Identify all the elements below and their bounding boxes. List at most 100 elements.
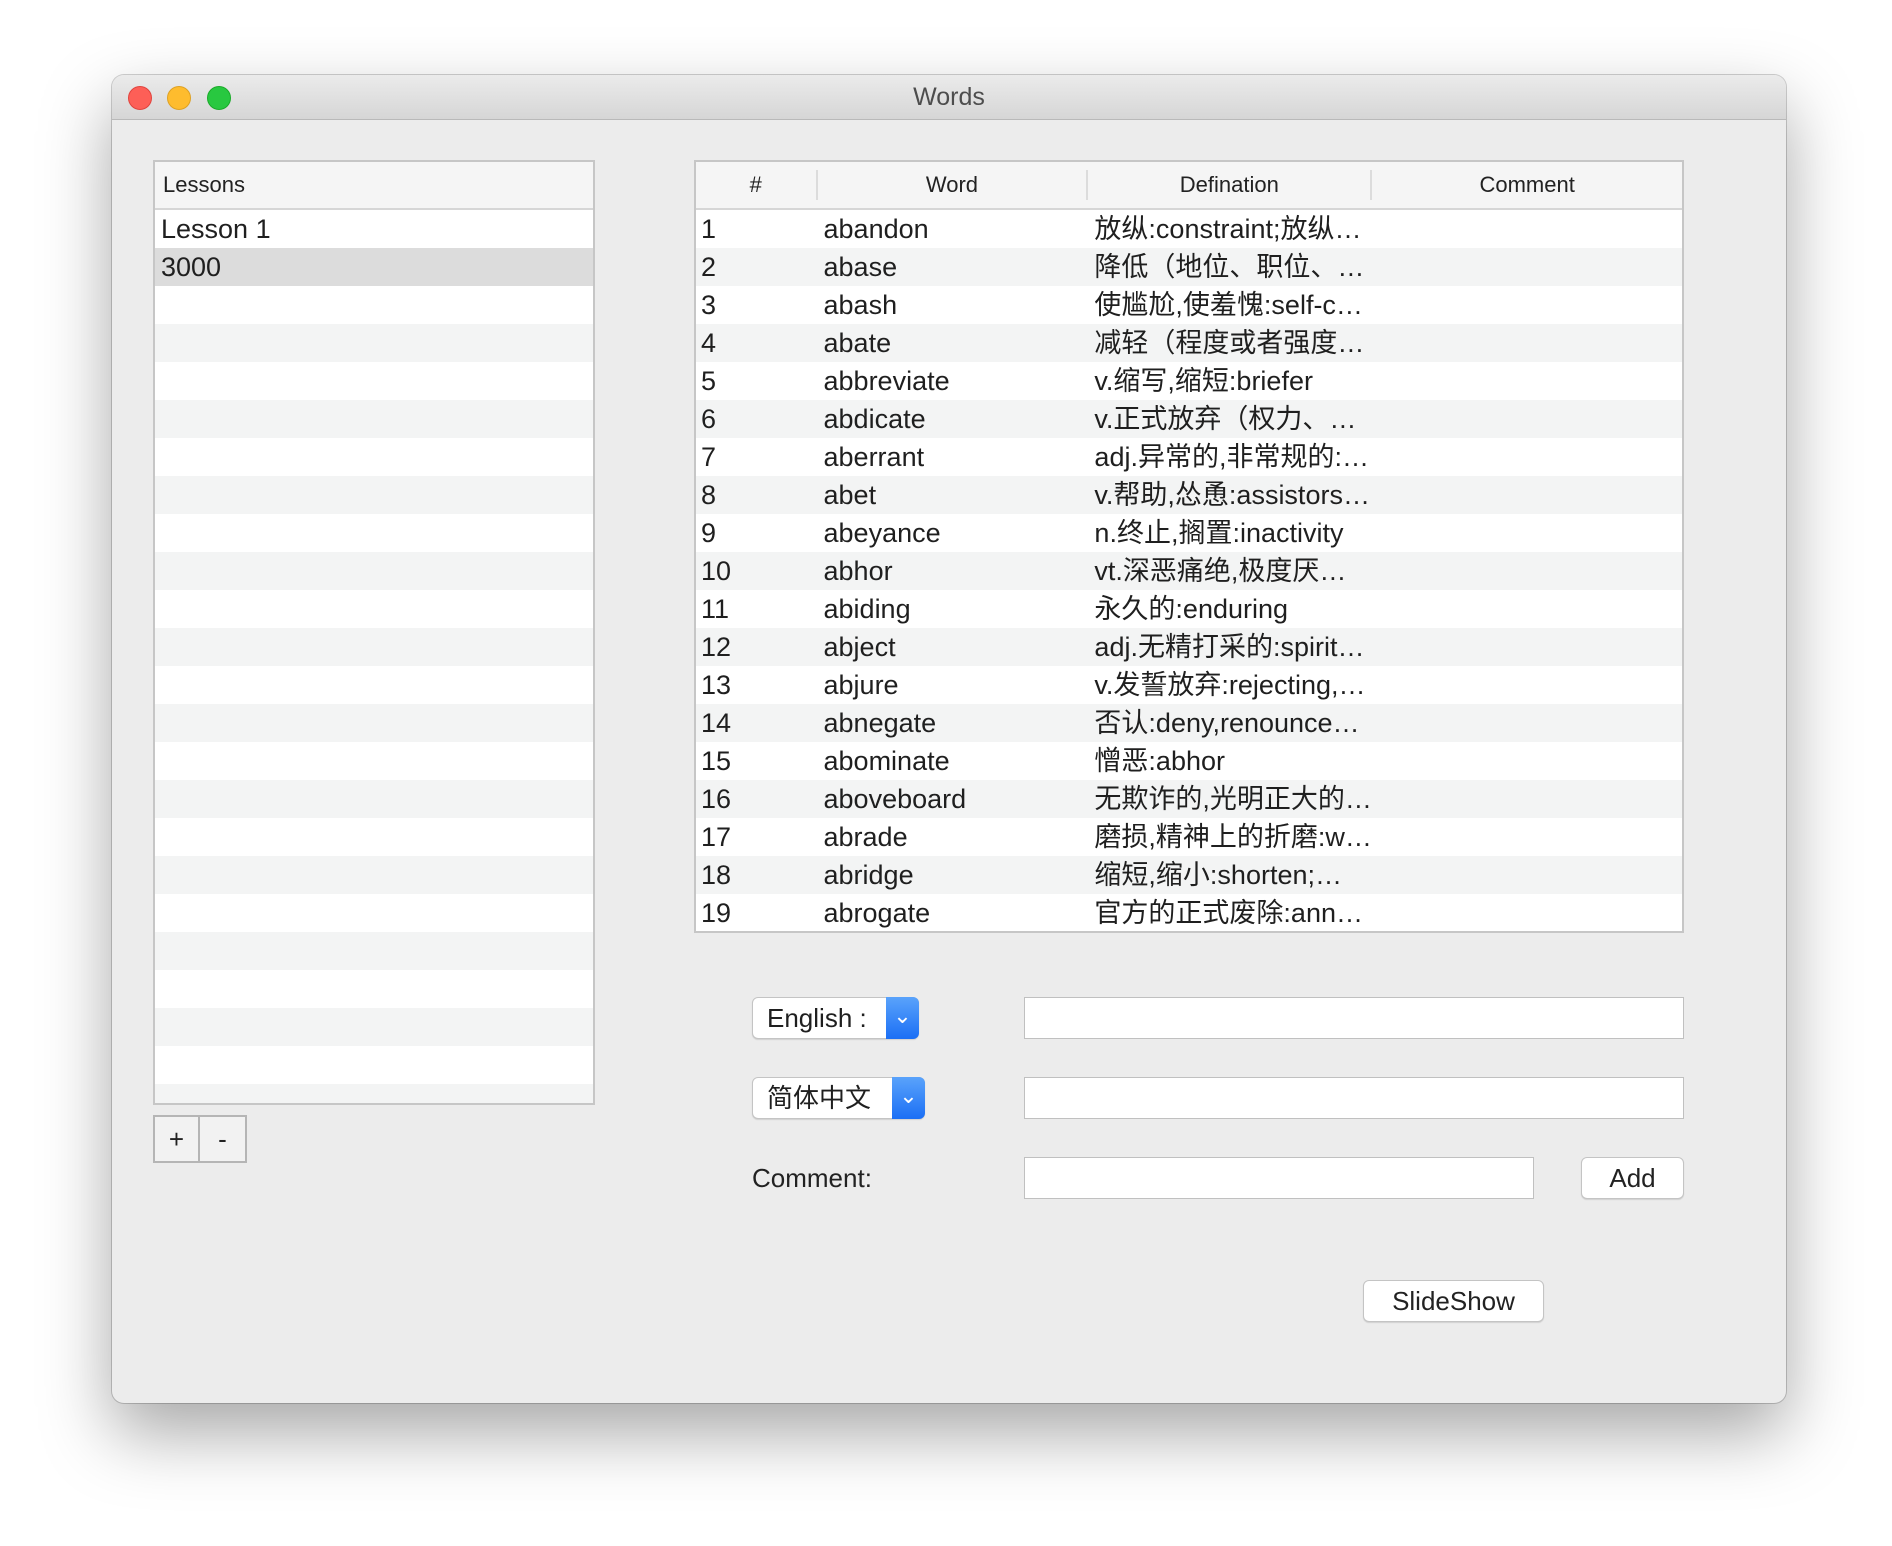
word-cell: aboveboard bbox=[823, 784, 967, 814]
table-row[interactable]: 10 abhor vt.深恶痛绝,极度厌… bbox=[696, 552, 1682, 590]
comment-cell bbox=[1372, 400, 1682, 438]
definition-cell: vt.深恶痛绝,极度厌… bbox=[1094, 556, 1347, 586]
definition-cell: adj.无精打采的:spirit… bbox=[1094, 632, 1365, 662]
comment-cell bbox=[1372, 818, 1682, 856]
word-cell: abridge bbox=[823, 860, 914, 890]
comment-cell bbox=[1372, 438, 1682, 476]
row-number-cell: 18 bbox=[701, 860, 732, 890]
lesson-add-remove-control: + - bbox=[153, 1115, 247, 1163]
remove-lesson-button[interactable]: - bbox=[200, 1117, 245, 1161]
definition-cell: 缩短,缩小:shorten;… bbox=[1094, 860, 1342, 890]
lessons-header: Lessons bbox=[155, 162, 593, 210]
table-row[interactable]: 11 abiding 永久的:enduring bbox=[696, 590, 1682, 628]
table-row[interactable]: 8 abet v.帮助,怂恿:assistors… bbox=[696, 476, 1682, 514]
row-number-cell: 2 bbox=[701, 252, 717, 282]
word-cell: abjure bbox=[823, 670, 899, 700]
table-row[interactable]: 18 abridge 缩短,缩小:shorten;… bbox=[696, 856, 1682, 894]
definition-cell: 官方的正式废除:ann… bbox=[1094, 898, 1363, 928]
table-row[interactable]: 17 abrade 磨损,精神上的折磨:w… bbox=[696, 818, 1682, 856]
row-number-cell: 7 bbox=[701, 442, 717, 472]
definition-cell: 使尴尬,使羞愧:self-c… bbox=[1094, 290, 1363, 320]
word-cell: abdicate bbox=[823, 404, 926, 434]
table-row[interactable]: 14 abnegate 否认:deny,renounce… bbox=[696, 704, 1682, 742]
title-bar: Words bbox=[112, 75, 1786, 120]
lessons-list-body: Lesson 1 3000 bbox=[155, 210, 593, 1103]
word-cell: abrogate bbox=[823, 898, 931, 928]
table-row[interactable]: 5 abbreviate v.缩写,缩短:briefer bbox=[696, 362, 1682, 400]
table-row[interactable]: 4 abate 减轻（程度或者强度… bbox=[696, 324, 1682, 362]
table-row[interactable]: 12 abject adj.无精打采的:spirit… bbox=[696, 628, 1682, 666]
column-header-comment[interactable]: Comment bbox=[1372, 170, 1682, 200]
comment-cell bbox=[1372, 362, 1682, 400]
table-row[interactable]: 2 abase 降低（地位、职位、… bbox=[696, 248, 1682, 286]
definition-cell: v.缩写,缩短:briefer bbox=[1094, 366, 1313, 396]
row-number-cell: 5 bbox=[701, 366, 717, 396]
table-row[interactable]: 7 aberrant adj.异常的,非常规的:… bbox=[696, 438, 1682, 476]
chevron-down-icon: ⌄ bbox=[886, 997, 919, 1039]
comment-cell bbox=[1372, 704, 1682, 742]
row-number-cell: 12 bbox=[701, 632, 732, 662]
source-language-value: English : bbox=[767, 1003, 867, 1033]
source-language-select[interactable]: English : ⌄ bbox=[752, 997, 919, 1039]
words-table[interactable]: # Word Defination Comment 1 abandon 放纵:con… bbox=[694, 160, 1684, 933]
word-cell: abash bbox=[823, 290, 898, 320]
word-cell: abominate bbox=[823, 746, 950, 776]
word-cell: abiding bbox=[823, 594, 911, 624]
definition-input[interactable] bbox=[1024, 1077, 1684, 1119]
table-row[interactable]: 13 abjure v.发誓放弃:rejecting,… bbox=[696, 666, 1682, 704]
target-language-select[interactable]: 简体中文 ⌄ bbox=[752, 1077, 925, 1119]
table-row[interactable]: 6 abdicate v.正式放弃（权力、… bbox=[696, 400, 1682, 438]
word-cell: abhor bbox=[823, 556, 893, 586]
english-word-input[interactable] bbox=[1024, 997, 1684, 1039]
comment-cell bbox=[1372, 742, 1682, 780]
definition-cell: v.发誓放弃:rejecting,… bbox=[1094, 670, 1366, 700]
row-number-cell: 11 bbox=[701, 594, 730, 624]
comment-cell bbox=[1372, 856, 1682, 894]
definition-cell: n.终止,搁置:inactivity bbox=[1094, 518, 1344, 548]
word-cell: abandon bbox=[823, 214, 929, 244]
word-cell: aberrant bbox=[823, 442, 925, 472]
word-cell: abject bbox=[823, 632, 896, 662]
row-number-cell: 15 bbox=[701, 746, 732, 776]
table-row[interactable]: 9 abeyance n.终止,搁置:inactivity bbox=[696, 514, 1682, 552]
row-number-cell: 6 bbox=[701, 404, 717, 434]
lesson-item-selected[interactable]: 3000 bbox=[155, 248, 593, 286]
row-number-cell: 9 bbox=[701, 518, 717, 548]
lesson-item[interactable]: Lesson 1 bbox=[155, 210, 593, 248]
row-number-cell: 4 bbox=[701, 328, 717, 358]
word-cell: abeyance bbox=[823, 518, 941, 548]
row-number-cell: 17 bbox=[701, 822, 732, 852]
table-row[interactable]: 1 abandon 放纵:constraint;放纵… bbox=[696, 210, 1682, 248]
table-row[interactable]: 19 abrogate 官方的正式废除:ann… bbox=[696, 894, 1682, 931]
comment-cell bbox=[1372, 666, 1682, 704]
add-lesson-button[interactable]: + bbox=[155, 1117, 200, 1161]
lessons-list[interactable]: Lessons Lesson 1 3000 bbox=[153, 160, 595, 1105]
table-row[interactable]: 15 abominate 憎恶:abhor bbox=[696, 742, 1682, 780]
comment-cell bbox=[1372, 590, 1682, 628]
definition-cell: 放纵:constraint;放纵… bbox=[1094, 214, 1362, 244]
row-number-cell: 16 bbox=[701, 784, 732, 814]
comment-input[interactable] bbox=[1024, 1157, 1534, 1199]
word-cell: abet bbox=[823, 480, 877, 510]
table-body: 1 abandon 放纵:constraint;放纵… 2 abase 降低（地位、职位、… bbox=[696, 210, 1682, 931]
definition-cell: adj.异常的,非常规的:… bbox=[1094, 442, 1369, 472]
row-number-cell: 1 bbox=[701, 214, 717, 244]
column-header-number[interactable]: # bbox=[696, 170, 818, 200]
row-number-cell: 13 bbox=[701, 670, 732, 700]
column-header-definition[interactable]: Defination bbox=[1088, 170, 1373, 200]
comment-cell bbox=[1372, 324, 1682, 362]
row-number-cell: 14 bbox=[701, 708, 732, 738]
window-title: Words bbox=[913, 83, 985, 111]
word-cell: abnegate bbox=[823, 708, 937, 738]
comment-cell bbox=[1372, 514, 1682, 552]
comment-cell bbox=[1372, 248, 1682, 286]
definition-cell: 永久的:enduring bbox=[1094, 594, 1289, 624]
comment-cell bbox=[1372, 628, 1682, 666]
definition-cell: v.正式放弃（权力、… bbox=[1094, 404, 1357, 434]
comment-cell bbox=[1372, 894, 1682, 931]
column-header-word[interactable]: Word bbox=[818, 170, 1089, 200]
table-row[interactable]: 16 aboveboard 无欺诈的,光明正大的… bbox=[696, 780, 1682, 818]
add-word-button[interactable]: Add bbox=[1581, 1157, 1684, 1199]
slideshow-button[interactable]: SlideShow bbox=[1363, 1280, 1544, 1322]
table-row[interactable]: 3 abash 使尴尬,使羞愧:self-c… bbox=[696, 286, 1682, 324]
